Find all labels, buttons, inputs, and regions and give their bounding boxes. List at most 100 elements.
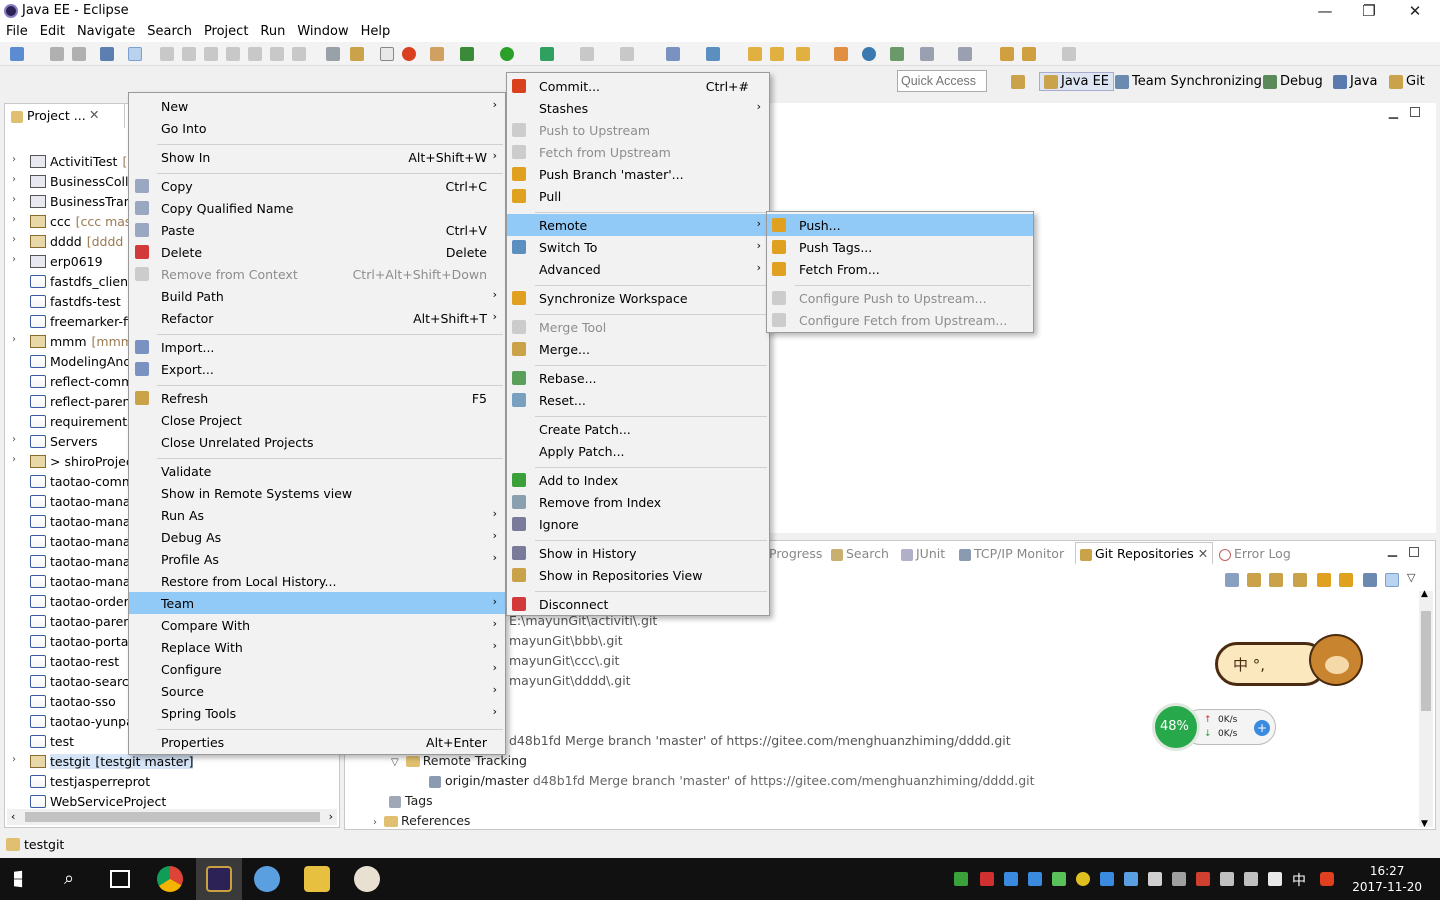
tab-junit[interactable]: JUnit	[901, 546, 945, 561]
minimize-editor-icon[interactable]: ▁	[1389, 105, 1398, 119]
open-perspective-button[interactable]	[1011, 74, 1028, 89]
scroll-thumb[interactable]	[25, 812, 320, 822]
new-icon[interactable]	[10, 47, 24, 61]
terminate-icon[interactable]	[204, 47, 218, 61]
team-menu-disconnect[interactable]: Disconnect	[507, 593, 769, 615]
terminal-icon[interactable]	[100, 47, 114, 61]
windows-start-icon[interactable]	[14, 870, 23, 888]
quick-access-input[interactable]	[897, 70, 987, 92]
ctx-menu-close-project[interactable]: Close Project	[129, 409, 505, 431]
sogou-icon[interactable]	[1320, 872, 1334, 886]
ctx-menu-run-as[interactable]: Run As ›	[129, 504, 505, 526]
link-selection-icon[interactable]	[1385, 573, 1399, 587]
next-annotation-icon[interactable]	[920, 47, 934, 61]
expand-arrow-icon[interactable]: ›	[12, 194, 16, 205]
team-menu-ignore[interactable]: Ignore	[507, 513, 769, 535]
expand-arrow-icon[interactable]: ›	[12, 454, 16, 465]
ctx-menu-restore-from-local-history[interactable]: Restore from Local History...	[129, 570, 505, 592]
tab-tcpip-monitor[interactable]: TCP/IP Monitor	[959, 546, 1064, 561]
team-menu-show-in-history[interactable]: Show in History	[507, 542, 769, 564]
tray-app-icon[interactable]	[1196, 872, 1210, 886]
network-speed-widget[interactable]: 48% ↑ ↓ 0K/s 0K/s +	[1152, 703, 1278, 753]
wechat-icon[interactable]	[1052, 872, 1066, 886]
close-button[interactable]: ✕	[1392, 0, 1438, 22]
perspective-debug[interactable]: Debug	[1263, 74, 1323, 89]
tab-error-log[interactable]: Error Log	[1219, 546, 1291, 561]
team-menu-apply-patch[interactable]: Apply Patch...	[507, 440, 769, 462]
save-icon[interactable]	[50, 47, 64, 61]
menu-window[interactable]: Window	[291, 22, 354, 41]
weather-icon[interactable]	[254, 866, 280, 892]
maximize-panel-icon[interactable]	[1409, 547, 1419, 557]
team-menu-rebase[interactable]: Rebase...	[507, 367, 769, 389]
ctx-menu-close-unrelated-projects[interactable]: Close Unrelated Projects	[129, 431, 505, 453]
expand-icon[interactable]: +	[1254, 720, 1270, 736]
suspend-icon[interactable]	[182, 47, 196, 61]
tray-battery-icon[interactable]	[954, 872, 968, 886]
remote-menu-push[interactable]: Push...	[767, 214, 1033, 236]
ime-indicator[interactable]: 中	[1292, 870, 1306, 890]
mark-occurrences-icon[interactable]	[350, 47, 364, 61]
tab-progress[interactable]: Progress	[769, 546, 822, 561]
scroll-thumb[interactable]	[1421, 611, 1431, 711]
step-into-icon[interactable]	[248, 47, 262, 61]
search-tool-icon[interactable]	[796, 47, 810, 61]
resume-icon[interactable]	[160, 47, 174, 61]
tray-usb-icon[interactable]	[1148, 872, 1162, 886]
references-node[interactable]: › References	[373, 813, 470, 828]
ime-bear-widget[interactable]: 中 °,	[1215, 632, 1365, 692]
team-menu-remote[interactable]: Remote ›	[507, 214, 769, 236]
team-menu-push-branch-master[interactable]: Push Branch 'master'...	[507, 163, 769, 185]
maximize-button[interactable]: ❐	[1346, 0, 1392, 22]
step-over-icon[interactable]	[270, 47, 284, 61]
collapse-all-icon[interactable]	[1225, 573, 1239, 587]
last-edit-icon[interactable]	[1000, 47, 1014, 61]
view-menu-icon[interactable]: ▽	[1407, 571, 1415, 584]
back-icon[interactable]	[1022, 47, 1036, 61]
ctx-menu-compare-with[interactable]: Compare With ›	[129, 614, 505, 636]
palette-icon[interactable]	[834, 47, 848, 61]
new-class-icon[interactable]	[706, 47, 720, 61]
notification-icon[interactable]	[1268, 872, 1282, 886]
menu-search[interactable]: Search	[141, 22, 198, 41]
team-menu-add-to-index[interactable]: Add to Index	[507, 469, 769, 491]
expand-arrow-icon[interactable]: ›	[12, 214, 16, 225]
tab-git-repositories[interactable]: Git Repositories ✕	[1075, 542, 1214, 564]
close-tab-icon[interactable]: ✕	[1198, 546, 1208, 561]
team-menu-pull[interactable]: Pull	[507, 185, 769, 207]
globe-icon[interactable]	[862, 47, 876, 61]
word-wrap-icon[interactable]	[380, 47, 394, 61]
ctx-menu-source[interactable]: Source ›	[129, 680, 505, 702]
scroll-down-icon[interactable]: ▼	[1421, 819, 1428, 829]
minimize-panel-icon[interactable]: ▁	[1388, 543, 1397, 557]
network-icon[interactable]	[1220, 872, 1234, 886]
ctx-menu-show-in-remote-systems-view[interactable]: Show in Remote Systems view	[129, 482, 505, 504]
expand-arrow-icon[interactable]: ›	[12, 334, 16, 345]
tray-yellow-icon[interactable]	[1076, 872, 1090, 886]
ctx-menu-profile-as[interactable]: Profile As ›	[129, 548, 505, 570]
perspective-java-ee[interactable]: Java EE	[1039, 72, 1115, 91]
search-icon[interactable]: ⌕	[64, 868, 74, 889]
disconnect-icon[interactable]	[226, 47, 240, 61]
clock[interactable]: 16:27 2017-11-20	[1352, 863, 1422, 895]
ctx-menu-replace-with[interactable]: Replace With ›	[129, 636, 505, 658]
new-server-icon[interactable]	[666, 47, 680, 61]
stop-server-icon[interactable]	[580, 47, 594, 61]
toggle-block-icon[interactable]	[326, 47, 340, 61]
tree-item[interactable]: › testgit [testgit master]	[5, 752, 340, 772]
tray-qq-icon[interactable]	[1100, 872, 1114, 886]
ctx-menu-spring-tools[interactable]: Spring Tools ›	[129, 702, 505, 724]
menu-project[interactable]: Project	[198, 22, 254, 41]
validate-icon[interactable]	[890, 47, 904, 61]
ctx-menu-new[interactable]: New ›	[129, 95, 505, 117]
tray-mute-icon[interactable]	[1172, 872, 1186, 886]
team-menu-merge[interactable]: Merge...	[507, 338, 769, 360]
tray-blue-icon[interactable]	[1004, 872, 1018, 886]
vertical-scrollbar[interactable]: ▲ ▼	[1419, 589, 1433, 829]
ctx-menu-refresh[interactable]: Refresh F5	[129, 387, 505, 409]
hierarchy-icon[interactable]	[1363, 573, 1377, 587]
expand-arrow-icon[interactable]: ›	[12, 174, 16, 185]
browser-icon[interactable]	[402, 47, 416, 61]
repo-head-commit[interactable]: d48b1fd Merge branch 'master' of https:/…	[509, 733, 1011, 748]
add-repo-icon[interactable]	[1247, 573, 1261, 587]
